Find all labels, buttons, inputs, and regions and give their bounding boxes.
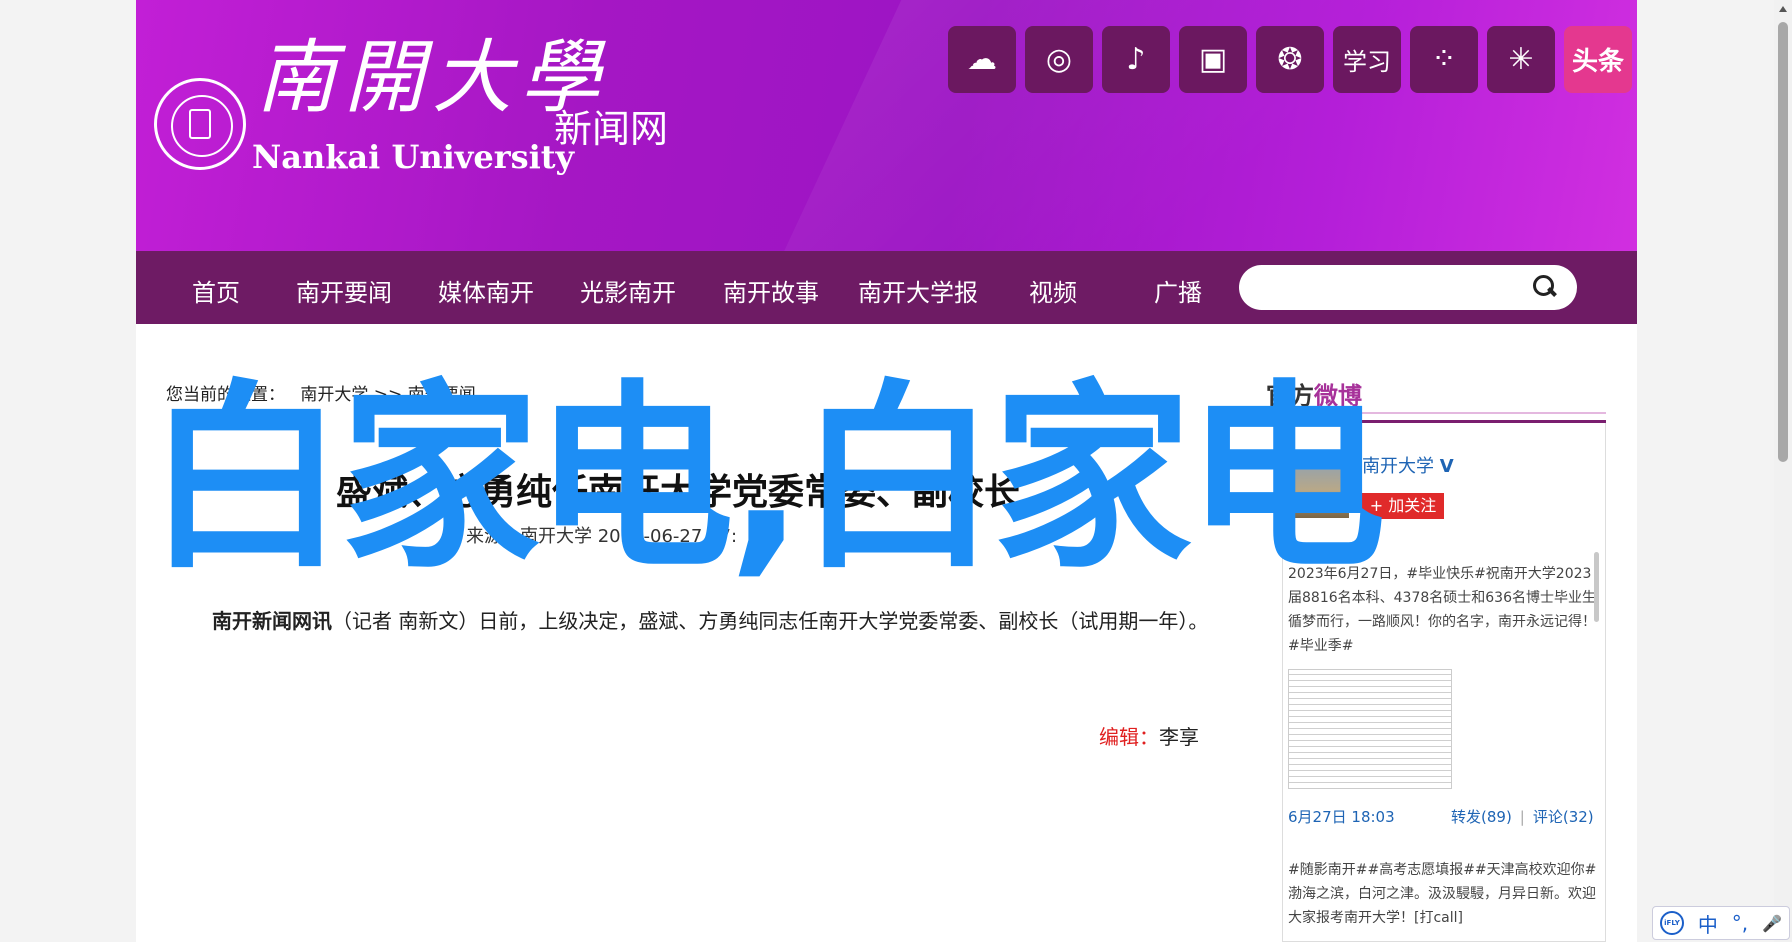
header-banner: 南開大學 Nankai University 新闻网 ☁ ◎ ♪ ▣ ❂ 学习 … [136, 0, 1637, 251]
microphone-icon[interactable]: 🎤 [1762, 914, 1782, 933]
nav-item-home[interactable]: 首页 [192, 273, 240, 308]
weibo-post-stats: 转发(89) | 评论(32) [1451, 808, 1594, 826]
douyin-icon[interactable]: ♪ [1102, 26, 1170, 93]
widget-scrollbar[interactable] [1594, 552, 1599, 622]
university-seal-icon [154, 78, 246, 170]
wechat-icon[interactable]: ☁ [948, 26, 1016, 93]
ifly-logo-icon[interactable]: iFLY [1659, 911, 1684, 935]
search-icon[interactable] [1533, 275, 1555, 297]
editor-line: 编辑：李享 [1099, 721, 1199, 750]
bilibili-icon[interactable]: ▣ [1179, 26, 1247, 93]
editor-label: 编辑： [1099, 725, 1159, 749]
article-body-lead: 南开新闻网讯 [212, 609, 332, 633]
toutiao-icon[interactable]: 头条 [1564, 26, 1632, 93]
weibo-post-time[interactable]: 6月27日 18:03 [1288, 806, 1395, 827]
ime-punctuation-icon[interactable]: °, [1732, 911, 1748, 935]
xuexi-icon[interactable]: 学习 [1333, 26, 1401, 93]
logo-english[interactable]: Nankai University [252, 138, 574, 176]
scrollbar-thumb[interactable] [1778, 22, 1788, 462]
social-icons: ☁ ◎ ♪ ▣ ❂ 学习 ⁘ ✳ 头条 [948, 26, 1632, 93]
weibo-icon[interactable]: ◎ [1025, 26, 1093, 93]
verified-badge-icon: V [1439, 456, 1454, 477]
scroll-up-icon[interactable] [1779, 6, 1787, 12]
main-nav: 首页 南开要闻 媒体南开 光影南开 南开故事 南开大学报 视频 广播 [136, 251, 1637, 324]
nav-item-video[interactable]: 视频 [1029, 273, 1077, 308]
nav-item-media[interactable]: 媒体南开 [438, 273, 534, 308]
nav-item-stories[interactable]: 南开故事 [723, 273, 819, 308]
article-body: 南开新闻网讯（记者 南新文）日前，上级决定，盛斌、方勇纯同志任南开大学党委常委、… [212, 605, 1208, 634]
ime-toolbar: iFLY 中 °, 🎤 [1652, 906, 1790, 940]
nav-item-paper[interactable]: 南开大学报 [858, 273, 978, 308]
dandelion-icon[interactable]: ✳ [1487, 26, 1555, 93]
ime-language-toggle[interactable]: 中 [1698, 909, 1718, 938]
weibo-post-image[interactable] [1288, 669, 1452, 789]
browser-scrollbar[interactable] [1774, 0, 1792, 942]
nav-item-photo[interactable]: 光影南开 [580, 273, 676, 308]
comment-link[interactable]: 评论(32) [1533, 808, 1594, 826]
site-name: 新闻网 [554, 107, 669, 151]
article-body-text: （记者 南新文）日前，上级决定，盛斌、方勇纯同志任南开大学党委常委、副校长（试用… [332, 609, 1209, 633]
nav-item-news[interactable]: 南开要闻 [296, 273, 392, 308]
page: 南開大學 Nankai University 新闻网 ☁ ◎ ♪ ▣ ❂ 学习 … [136, 0, 1637, 942]
overlay-watermark-text: 白家电,白家电 [146, 363, 1386, 596]
dots-icon[interactable]: ⁘ [1410, 26, 1478, 93]
repost-link[interactable]: 转发(89) [1451, 808, 1512, 826]
nav-item-radio[interactable]: 广播 [1154, 273, 1202, 308]
editor-name: 李享 [1159, 725, 1199, 749]
kuaishou-icon[interactable]: ❂ [1256, 26, 1324, 93]
weibo-post-text: #随影南开##高考志愿填报##天津高校欢迎你# 渤海之滨，白河之津。汲汲駸駸，月… [1288, 862, 1597, 926]
search-input[interactable] [1239, 265, 1577, 310]
